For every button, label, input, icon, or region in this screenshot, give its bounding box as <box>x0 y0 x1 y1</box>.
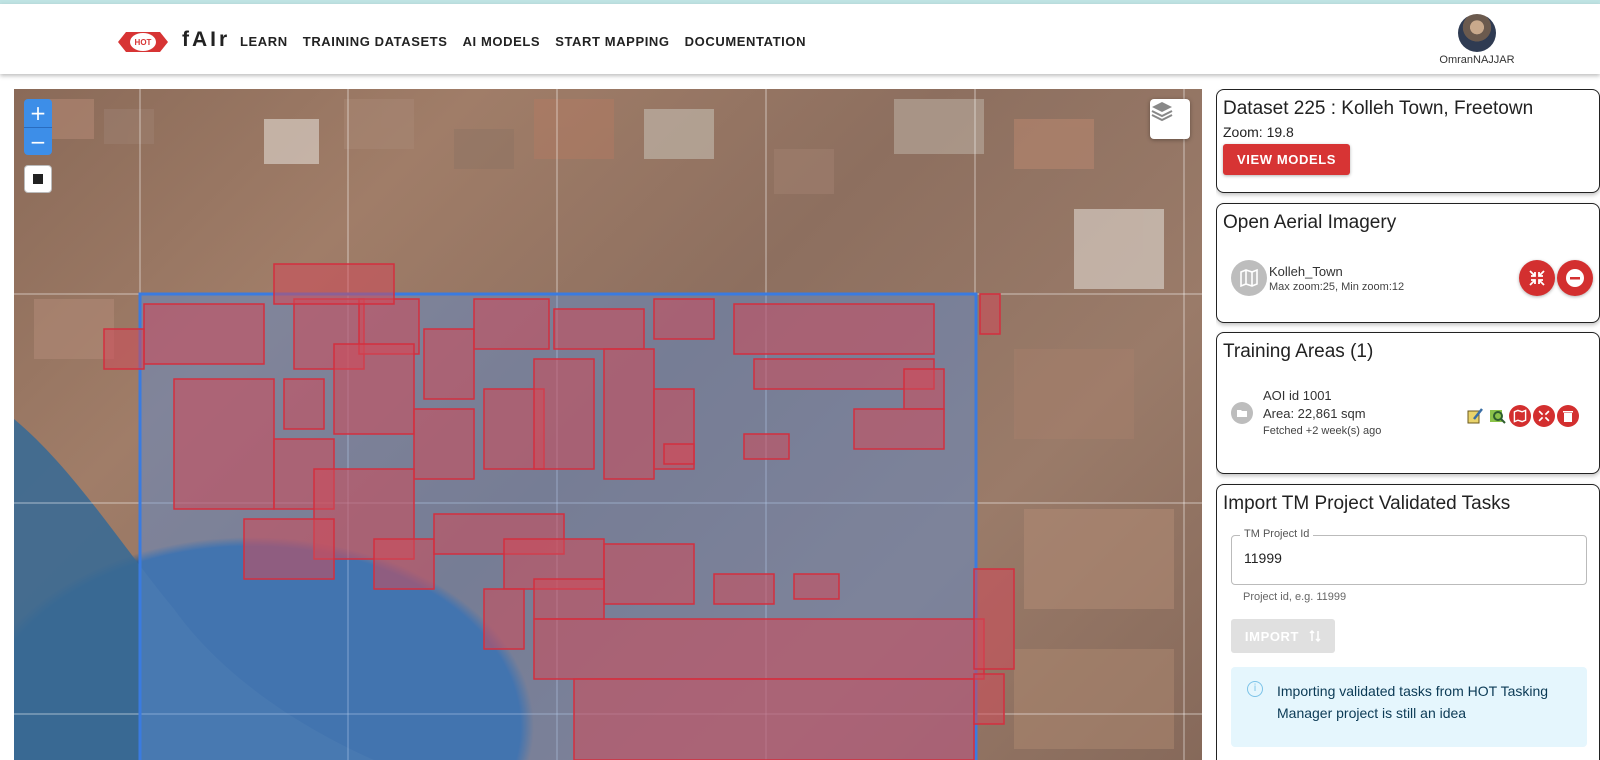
main-nav: LEARN TRAINING DATASETS AI MODELS START … <box>240 34 806 49</box>
trash-icon <box>1563 411 1573 422</box>
username: OmranNAJJAR <box>1439 54 1515 66</box>
imagery-actions <box>1519 260 1593 296</box>
imagery-item: Kolleh_Town Max zoom:25, Min zoom:12 <box>1231 260 1404 296</box>
right-panel: Dataset 225 : Kolleh Town, Freetown Zoom… <box>1216 89 1600 760</box>
layers-icon <box>1151 102 1173 122</box>
aoi-actions <box>1465 405 1579 427</box>
tm-project-id-input[interactable] <box>1244 550 1564 566</box>
aoi-area: Area: 22,861 sqm <box>1263 406 1366 421</box>
aoi-item: AOI id 1001 Area: 22,861 sqm Fetched +2 … <box>1231 388 1381 437</box>
aoi-map-button[interactable] <box>1509 405 1531 427</box>
imagery-card: Open Aerial Imagery Kolleh_Town Max zoom… <box>1216 203 1600 323</box>
hot-logo[interactable]: HOT <box>116 24 170 60</box>
zoom-level-text: Zoom: 19.8 <box>1223 124 1294 140</box>
imagery-title: Open Aerial Imagery <box>1223 212 1397 233</box>
dataset-title: Dataset 225 : Kolleh Town, Freetown <box>1223 98 1534 119</box>
nav-training-datasets[interactable]: TRAINING DATASETS <box>303 34 448 49</box>
dataset-card: Dataset 225 : Kolleh Town, Freetown Zoom… <box>1216 89 1600 193</box>
josm-icon <box>1467 408 1483 424</box>
top-navbar: HOT fAIr LEARN TRAINING DATASETS AI MODE… <box>0 4 1600 74</box>
collapse-arrows-icon <box>1538 410 1550 422</box>
logo-text: HOT <box>135 38 152 47</box>
training-areas-title: Training Areas (1) <box>1223 341 1374 362</box>
tm-project-id-helper: Project id, e.g. 11999 <box>1243 591 1347 603</box>
nav-documentation[interactable]: DOCUMENTATION <box>685 34 806 49</box>
import-button[interactable]: IMPORT <box>1231 619 1335 653</box>
info-alert: i Importing validated tasks from HOT Tas… <box>1231 667 1587 747</box>
map-icon <box>1513 409 1527 423</box>
draw-rectangle-button[interactable] <box>24 165 52 193</box>
imagery-name: Kolleh_Town <box>1269 263 1343 279</box>
open-in-id-button[interactable] <box>1487 406 1507 426</box>
edit-in-josm-button[interactable] <box>1465 406 1485 426</box>
collapse-arrows-icon <box>1529 270 1545 286</box>
aoi-id: AOI id 1001 <box>1263 388 1332 403</box>
map-canvas[interactable]: + − <box>14 89 1202 760</box>
zoom-to-imagery-button[interactable] <box>1519 260 1555 296</box>
zoom-controls: + − <box>24 99 52 155</box>
avatar[interactable] <box>1458 14 1496 52</box>
aoi-fetched: Fetched +2 week(s) ago <box>1263 425 1382 437</box>
imagery-zoom-range: Max zoom:25, Min zoom:12 <box>1269 280 1405 293</box>
remove-imagery-button[interactable] <box>1557 260 1593 296</box>
nav-ai-models[interactable]: AI MODELS <box>463 34 541 49</box>
zoom-in-button[interactable]: + <box>24 99 52 127</box>
folder-icon <box>1231 401 1253 424</box>
sort-arrows-icon <box>1309 629 1321 643</box>
info-icon: i <box>1247 681 1263 697</box>
layers-button[interactable] <box>1150 99 1190 139</box>
import-tm-card: Import TM Project Validated Tasks TM Pro… <box>1216 484 1600 760</box>
training-areas-card: Training Areas (1) AOI id 1001 Area: 22,… <box>1216 332 1600 474</box>
delete-aoi-button[interactable] <box>1557 405 1579 427</box>
zoom-to-aoi-button[interactable] <box>1533 405 1555 427</box>
map-imagery <box>14 89 1202 760</box>
tm-project-id-label: TM Project Id <box>1240 528 1314 540</box>
import-tm-title: Import TM Project Validated Tasks <box>1223 493 1511 514</box>
map-search-icon <box>1490 410 1506 424</box>
user-menu[interactable]: OmranNAJJAR <box>1432 14 1522 66</box>
brand-name[interactable]: fAIr <box>182 28 230 52</box>
tm-project-id-field[interactable]: TM Project Id <box>1231 528 1587 585</box>
zoom-out-button[interactable]: − <box>24 127 52 155</box>
view-models-button[interactable]: VIEW MODELS <box>1223 144 1351 175</box>
square-icon <box>33 174 43 184</box>
info-alert-text: Importing validated tasks from HOT Taski… <box>1277 683 1549 721</box>
import-button-label: IMPORT <box>1244 628 1300 644</box>
nav-learn[interactable]: LEARN <box>240 34 288 49</box>
minus-circle-icon <box>1566 269 1584 287</box>
nav-start-mapping[interactable]: START MAPPING <box>555 34 669 49</box>
map-icon <box>1231 260 1267 296</box>
